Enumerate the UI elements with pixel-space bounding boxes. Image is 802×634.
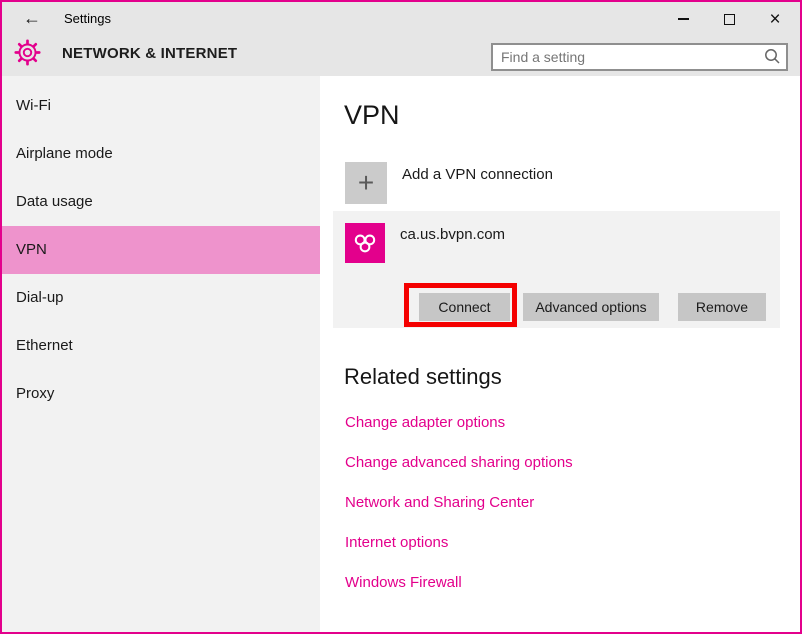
vpn-connection-entry[interactable]: ca.us.bvpn.com Connect Advanced options … bbox=[333, 211, 780, 328]
plus-icon: + bbox=[345, 162, 387, 204]
link-windows-firewall[interactable]: Windows Firewall bbox=[345, 574, 462, 591]
sidebar-item-airplane-mode[interactable]: Airplane mode bbox=[2, 130, 320, 178]
sidebar-item-proxy[interactable]: Proxy bbox=[2, 370, 320, 418]
link-network-and-sharing-center[interactable]: Network and Sharing Center bbox=[345, 494, 534, 511]
window-controls: × bbox=[660, 2, 798, 36]
maximize-icon bbox=[724, 14, 735, 25]
link-change-advanced-sharing-options[interactable]: Change advanced sharing options bbox=[345, 454, 573, 471]
link-change-adapter-options[interactable]: Change adapter options bbox=[345, 414, 505, 431]
page-header: NETWORK & INTERNET bbox=[2, 36, 800, 76]
search-icon[interactable] bbox=[760, 45, 784, 69]
window-title: Settings bbox=[64, 2, 111, 36]
minimize-button[interactable] bbox=[660, 2, 706, 36]
vpn-connection-name: ca.us.bvpn.com bbox=[400, 226, 505, 243]
search-input[interactable] bbox=[493, 45, 760, 69]
link-internet-options[interactable]: Internet options bbox=[345, 534, 448, 551]
advanced-options-button[interactable]: Advanced options bbox=[523, 293, 659, 321]
minimize-icon bbox=[678, 18, 689, 20]
back-arrow-icon[interactable]: ← bbox=[18, 2, 46, 36]
top-bar: ← Settings × bbox=[2, 2, 800, 76]
sidebar-item-ethernet[interactable]: Ethernet bbox=[2, 322, 320, 370]
sidebar: Wi-Fi Airplane mode Data usage VPN Dial-… bbox=[2, 76, 320, 632]
vpn-icon bbox=[345, 223, 385, 263]
section-heading-vpn: VPN bbox=[344, 100, 400, 131]
close-button[interactable]: × bbox=[752, 2, 798, 36]
close-icon: × bbox=[769, 10, 780, 29]
main-content: VPN + Add a VPN connection ca.us.bvpn.co… bbox=[320, 76, 800, 632]
maximize-button[interactable] bbox=[706, 2, 752, 36]
page-title: NETWORK & INTERNET bbox=[62, 36, 237, 72]
sidebar-item-dial-up[interactable]: Dial-up bbox=[2, 274, 320, 322]
remove-button[interactable]: Remove bbox=[678, 293, 766, 321]
search-box bbox=[491, 43, 788, 71]
add-vpn-connection-button[interactable]: + Add a VPN connection bbox=[345, 162, 553, 204]
settings-window: ← Settings × bbox=[0, 0, 802, 634]
sidebar-item-vpn[interactable]: VPN bbox=[2, 226, 320, 274]
add-vpn-connection-label: Add a VPN connection bbox=[402, 166, 553, 204]
gear-icon bbox=[14, 39, 41, 66]
connect-button[interactable]: Connect bbox=[419, 293, 510, 321]
sidebar-item-data-usage[interactable]: Data usage bbox=[2, 178, 320, 226]
sidebar-item-wifi[interactable]: Wi-Fi bbox=[2, 82, 320, 130]
related-settings-heading: Related settings bbox=[344, 364, 502, 390]
title-bar: ← Settings × bbox=[2, 2, 800, 36]
